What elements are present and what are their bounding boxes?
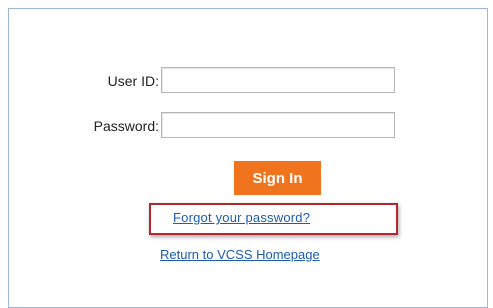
sign-in-button[interactable]: Sign In (234, 161, 321, 195)
return-home-link[interactable]: Return to VCSS Homepage (160, 247, 320, 262)
password-input[interactable] (161, 112, 395, 138)
user-id-label: User ID: (107, 73, 159, 89)
password-row: Password: (9, 112, 487, 140)
user-id-row: User ID: (9, 67, 487, 95)
user-id-input[interactable] (161, 67, 395, 93)
forgot-password-link[interactable]: Forgot your password? (173, 210, 310, 225)
password-label: Password: (93, 118, 159, 134)
login-panel: User ID: Password: Sign In Forgot your p… (8, 8, 488, 308)
